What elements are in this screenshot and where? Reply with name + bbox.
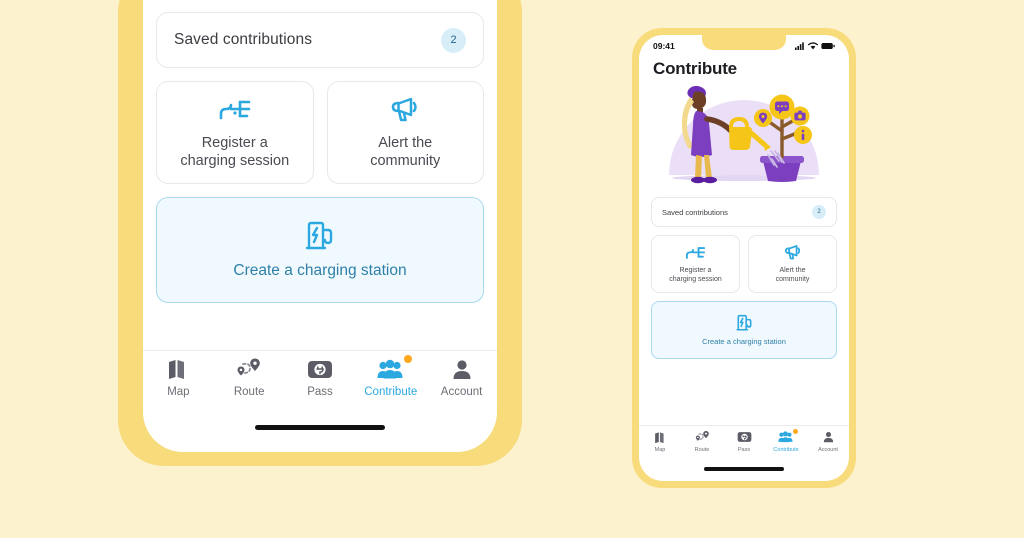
contribute-notification-dot: [793, 429, 798, 434]
tab-map-label-small: Map: [654, 447, 666, 453]
page-title: Contribute: [653, 59, 737, 78]
charging-station-icon: [735, 314, 753, 332]
alert-card-line2: community: [370, 153, 441, 169]
route-icon: [236, 357, 262, 381]
tab-route-label-small: Route: [694, 447, 710, 453]
action-cards-row-small: Register a charging session Alert the co…: [651, 235, 837, 293]
bottom-tab-bar-small: Map Route Pass Contribute Account: [639, 425, 849, 457]
tab-map-label: Map: [167, 386, 190, 398]
saved-contributions-label-small: Saved contributions: [662, 207, 728, 217]
create-charging-station-label: Create a charging station: [233, 262, 407, 279]
register-charging-session-card[interactable]: Register a charging session: [156, 81, 314, 184]
register-card-line2-small: charging session: [669, 275, 722, 283]
home-indicator-small: [704, 467, 784, 471]
alert-card-line1-small: Alert the: [779, 266, 806, 274]
action-cards-row: Register a charging session Alert the co…: [156, 81, 484, 184]
contribute-people-icon: [377, 355, 412, 381]
alert-the-community-card[interactable]: Alert the community: [326, 81, 484, 184]
pass-card-icon: [307, 357, 333, 381]
charging-cable-icon: [685, 244, 706, 262]
home-indicator: [255, 425, 385, 430]
phone-mockup-small-frame: 09:41 Contribute Saved contributions 2 R…: [632, 28, 856, 488]
tab-contribute-label: Contribute: [364, 386, 418, 398]
tab-pass[interactable]: Pass: [285, 351, 356, 404]
saved-contributions-label: Saved contributions: [174, 31, 313, 48]
register-charging-session-label: Register a charging session: [180, 134, 289, 171]
alert-card-line2-small: community: [775, 275, 810, 283]
tab-contribute-label-small: Contribute: [773, 447, 799, 453]
alert-community-label-small: Alert the community: [776, 267, 810, 285]
tab-map[interactable]: Map: [143, 351, 214, 404]
alert-community-label: Alert the community: [370, 134, 440, 171]
account-person-icon: [823, 430, 834, 444]
status-bar-indicators: [795, 42, 835, 50]
alert-card-line1: Alert the: [378, 134, 433, 151]
map-icon: [167, 357, 190, 381]
bottom-tab-bar: Map Route Pass Contribute Account: [143, 350, 497, 404]
phone-notch: [702, 35, 786, 50]
tab-account-label-small: Account: [818, 447, 838, 453]
status-bar-time: 09:41: [653, 41, 675, 51]
tab-contribute[interactable]: Contribute: [355, 351, 426, 404]
alert-the-community-card-small[interactable]: Alert the community: [748, 235, 837, 293]
create-charging-station-card-small[interactable]: Create a charging station: [651, 301, 837, 359]
register-charging-session-card-small[interactable]: Register a charging session: [651, 235, 740, 293]
saved-contributions-card[interactable]: Saved contributions 2: [156, 12, 484, 68]
pass-card-icon: [737, 430, 752, 444]
create-charging-station-label-small: Create a charging station: [702, 337, 786, 346]
wifi-icon: [808, 42, 818, 50]
saved-contributions-card-small[interactable]: Saved contributions 2: [651, 197, 837, 227]
tab-pass-small[interactable]: Pass: [723, 426, 765, 457]
tab-map-small[interactable]: Map: [639, 426, 681, 457]
tab-contribute-small[interactable]: Contribute: [765, 426, 807, 457]
tab-pass-label-small: Pass: [737, 447, 751, 453]
register-card-line2: charging session: [180, 153, 290, 169]
tab-account-label: Account: [440, 386, 483, 398]
saved-contributions-count-badge: 2: [441, 27, 466, 53]
contribute-screen-small: Saved contributions 2 Register a chargin…: [639, 197, 849, 359]
cellular-signal-icon: [795, 42, 805, 50]
create-charging-station-card[interactable]: Create a charging station: [156, 197, 484, 303]
saved-contributions-count-badge-small: 2: [812, 205, 826, 219]
phone-small-screen: 09:41 Contribute Saved contributions 2 R…: [639, 35, 849, 481]
register-charging-session-label-small: Register a charging session: [669, 267, 722, 285]
account-person-icon: [452, 357, 472, 381]
map-icon: [654, 430, 667, 444]
megaphone-icon: [390, 95, 420, 125]
register-card-line1: Register a: [201, 134, 268, 151]
tab-route[interactable]: Route: [214, 351, 285, 404]
woman-watering-contribution-tree-illustration: [645, 81, 843, 193]
tab-route-small[interactable]: Route: [681, 426, 723, 457]
phone-large-screen: Saved contributions 2 Register a chargin…: [143, 0, 497, 452]
tab-account-small[interactable]: Account: [807, 426, 849, 457]
tab-pass-label: Pass: [307, 386, 333, 398]
contribute-screen-large: Saved contributions 2 Register a chargin…: [143, 0, 497, 303]
megaphone-icon: [784, 244, 802, 262]
route-icon: [695, 430, 710, 444]
contribute-notification-dot: [403, 355, 412, 363]
charging-station-icon: [305, 220, 335, 252]
contribute-people-icon: [778, 429, 798, 444]
tab-account[interactable]: Account: [426, 351, 497, 404]
tab-route-label: Route: [233, 386, 265, 398]
charging-cable-icon: [218, 95, 252, 125]
battery-icon: [821, 42, 835, 50]
register-card-line1-small: Register a: [679, 266, 712, 274]
